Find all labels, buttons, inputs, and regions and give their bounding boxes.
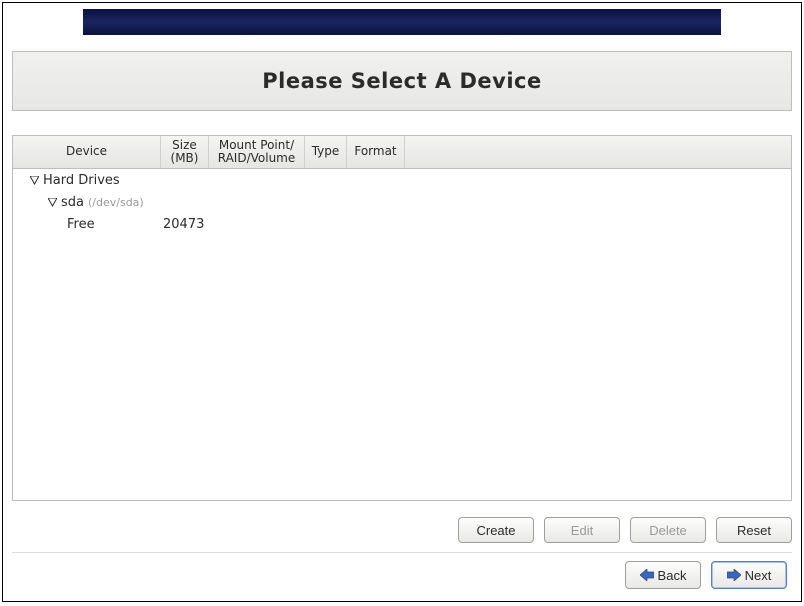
delete-button: Delete — [630, 517, 706, 543]
create-button[interactable]: Create — [458, 517, 534, 543]
col-size[interactable]: Size(MB) — [161, 136, 209, 168]
free-label: Free — [67, 217, 95, 232]
col-mount[interactable]: Mount Point/RAID/Volume — [209, 136, 305, 168]
expand-icon[interactable] — [47, 197, 57, 207]
disk-path: (/dev/sda) — [88, 196, 144, 209]
table-body[interactable]: Hard Drives sda (/dev/sda) Free 20473 — [12, 169, 792, 501]
tree-root-label: Hard Drives — [43, 173, 120, 188]
arrow-left-icon — [640, 569, 654, 581]
next-button[interactable]: Next — [711, 561, 787, 589]
edit-button: Edit — [544, 517, 620, 543]
arrow-right-icon — [727, 569, 741, 581]
col-type[interactable]: Type — [305, 136, 347, 168]
back-label: Back — [658, 568, 687, 583]
disk-name: sda — [61, 195, 84, 210]
title-panel: Please Select A Device — [12, 51, 792, 111]
col-device[interactable]: Device — [13, 136, 161, 168]
free-size: 20473 — [161, 217, 209, 232]
nav-buttons: Back Next — [625, 561, 787, 589]
col-format[interactable]: Format — [347, 136, 405, 168]
tree-row-root[interactable]: Hard Drives — [13, 169, 791, 191]
next-label: Next — [745, 568, 772, 583]
tree-row-disk[interactable]: sda (/dev/sda) — [13, 191, 791, 213]
tree-row-free[interactable]: Free 20473 — [13, 213, 791, 235]
separator — [12, 552, 792, 553]
device-table: Device Size(MB) Mount Point/RAID/Volume … — [12, 135, 792, 501]
col-spacer — [405, 136, 791, 168]
reset-button[interactable]: Reset — [716, 517, 792, 543]
action-buttons: Create Edit Delete Reset — [12, 517, 792, 543]
expand-icon[interactable] — [29, 175, 39, 185]
page-title: Please Select A Device — [262, 69, 541, 93]
back-button[interactable]: Back — [625, 561, 701, 589]
table-header: Device Size(MB) Mount Point/RAID/Volume … — [12, 135, 792, 169]
banner — [83, 9, 721, 35]
